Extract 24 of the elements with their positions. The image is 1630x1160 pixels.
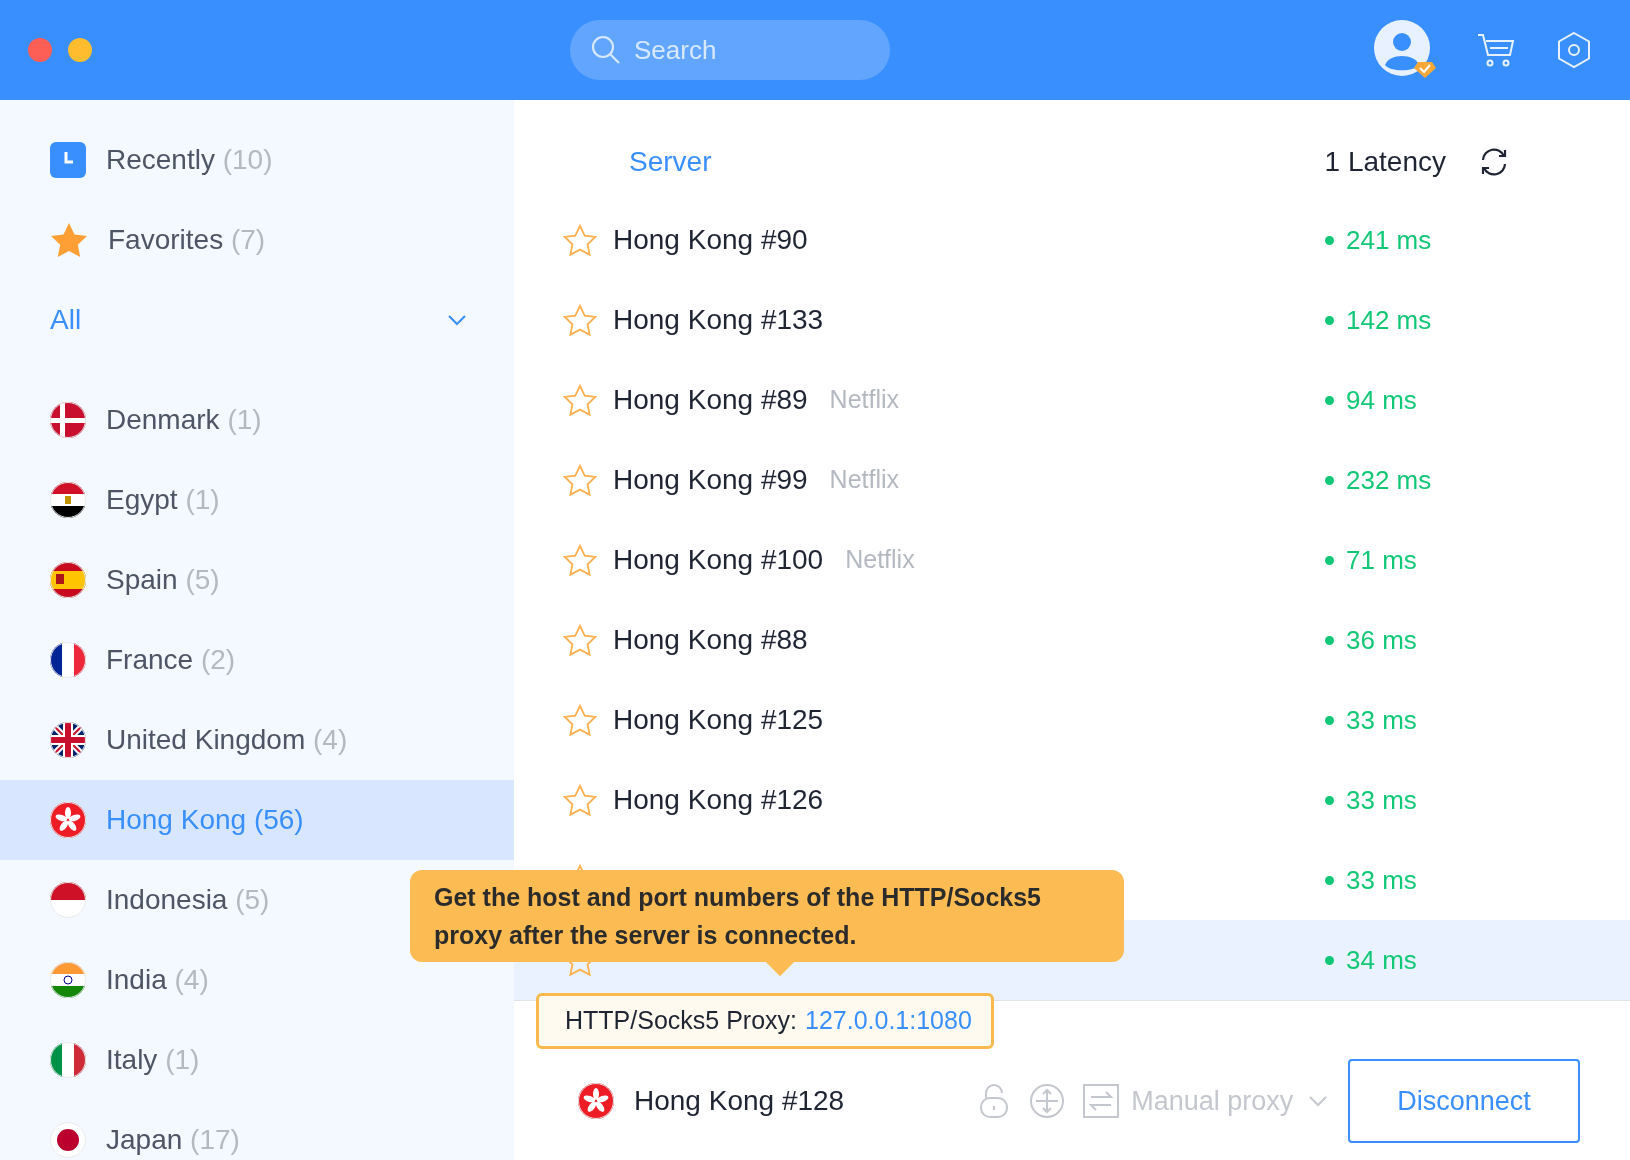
latency-value: 142 ms bbox=[1346, 303, 1432, 337]
netflix-tag: Netflix bbox=[829, 381, 900, 419]
latency-value: 33 ms bbox=[1346, 703, 1417, 737]
server-name: Hong Kong #89 bbox=[613, 383, 808, 417]
server-name: Hong Kong #88 bbox=[613, 623, 808, 657]
server-name: Hong Kong #133 bbox=[613, 303, 824, 337]
server-name: Hong Kong #100 bbox=[613, 543, 824, 577]
connected-server-name: Hong Kong #128 bbox=[634, 1084, 845, 1118]
latency-value: 241 ms bbox=[1346, 223, 1432, 257]
latency-value: 36 ms bbox=[1346, 623, 1417, 657]
server-name: Hong Kong #90 bbox=[613, 223, 808, 257]
server-name: Hong Kong #125 bbox=[613, 703, 824, 737]
proxy-label: HTTP/Socks5 Proxy: bbox=[565, 1005, 797, 1037]
latency-value: 232 ms bbox=[1346, 463, 1432, 497]
latency-value: 33 ms bbox=[1346, 783, 1417, 817]
latency-value: 71 ms bbox=[1346, 543, 1417, 577]
server-name: Hong Kong #126 bbox=[613, 783, 824, 817]
netflix-tag: Netflix bbox=[829, 461, 900, 499]
latency-value: 94 ms bbox=[1346, 383, 1417, 417]
server-name: Hong Kong #99 bbox=[613, 463, 808, 497]
latency-value: 33 ms bbox=[1346, 863, 1417, 897]
tooltip-text: Get the host and port numbers of the HTTP/Socks5 proxy after the server is connected. bbox=[434, 882, 1042, 951]
netflix-tag: Netflix bbox=[845, 541, 915, 579]
latency-value: 34 ms bbox=[1346, 943, 1417, 977]
